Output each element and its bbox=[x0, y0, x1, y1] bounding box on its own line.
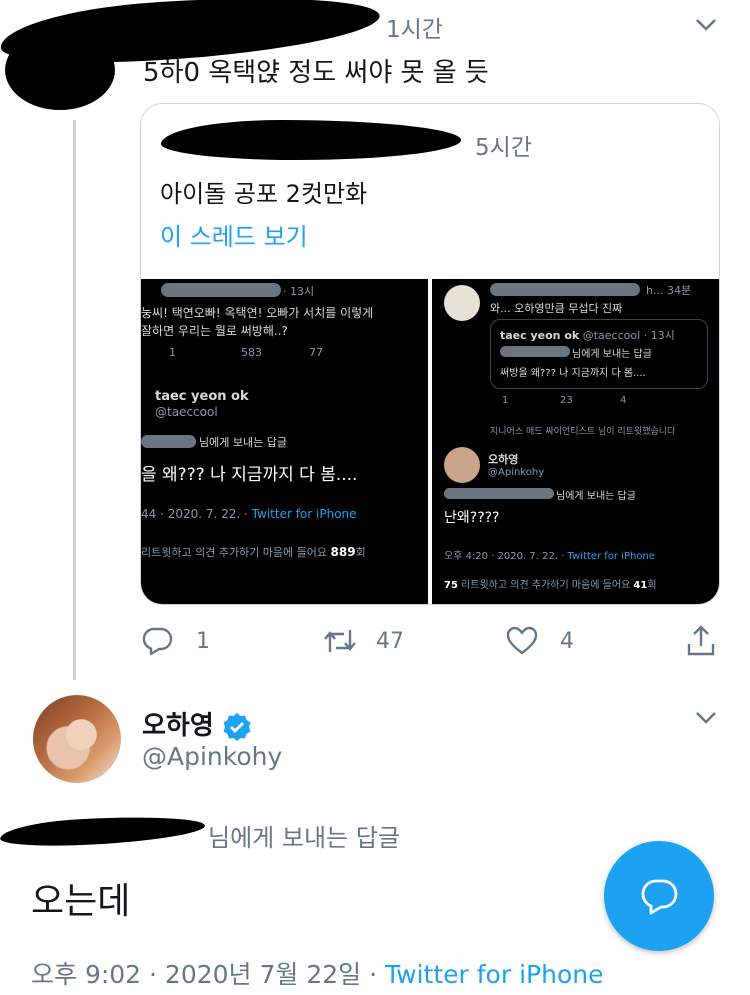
quoted-image-left-tweet1-line2: 잘하면 우리는 뭘로 써방해..? bbox=[141, 324, 288, 338]
reply-tweet-text: 5하0 옥택얁 정도 써야 못 올 듯 bbox=[143, 58, 489, 88]
author-handle[interactable]: @Apinkohy bbox=[142, 742, 282, 771]
tweet-source-link[interactable]: Twitter for iPhone bbox=[385, 960, 603, 989]
like-button[interactable]: 4 bbox=[506, 626, 574, 656]
redacted-avatar bbox=[5, 30, 115, 110]
left-tweet2-handle: @taeccool bbox=[155, 405, 218, 419]
retweet-icon bbox=[324, 630, 356, 652]
left-like-count: 77 bbox=[309, 346, 323, 359]
right-inner-reply-to: 님에게 보내는 답글 bbox=[572, 349, 652, 360]
right-avatar-2 bbox=[444, 447, 480, 483]
quoted-image-left[interactable]: · 13시 눙씨! 택연오빠! 옥택연! 오빠가 서치를 이렇게 잘하면 우리는… bbox=[141, 279, 428, 604]
quoted-image-left-tweet1-line1: 눙씨! 택연오빠! 옥택연! 오빠가 서치를 이렇게 bbox=[141, 306, 374, 320]
tweet-timestamp: 오후 9:02 · 2020년 7월 22일 · bbox=[31, 960, 386, 989]
avatar[interactable] bbox=[33, 695, 121, 783]
retweet-count: 47 bbox=[376, 628, 404, 654]
compose-reply-button[interactable] bbox=[604, 841, 714, 951]
left-tweet2-meta: 44 · 2020. 7. 22. · bbox=[141, 507, 252, 521]
share-icon bbox=[687, 625, 715, 656]
reply-button[interactable]: 1 bbox=[142, 626, 210, 656]
left-retweet-count: 583 bbox=[241, 346, 262, 359]
main-tweet-text: 오는데 bbox=[31, 881, 131, 922]
right-tweet2-name: 오하영 bbox=[488, 453, 519, 466]
left-tweet2-stats-unit: 회 bbox=[355, 546, 366, 559]
reply-bubble-icon bbox=[641, 879, 678, 915]
reply-icon bbox=[142, 627, 173, 656]
right-stats-num2: 41 bbox=[633, 580, 648, 591]
right-stats-unit: 회 bbox=[647, 580, 657, 591]
right-tweet2-reply-to: 님에게 보내는 답글 bbox=[556, 491, 636, 502]
thread-line bbox=[73, 120, 76, 680]
verified-badge-icon bbox=[223, 712, 251, 741]
left-tweet2-stats-num: 889 bbox=[330, 545, 356, 559]
reply-tweet-time: 1시간 bbox=[386, 17, 443, 43]
right-inner-text: 써방을 왜??? 나 지금까지 다 봄.... bbox=[500, 368, 646, 379]
right-tweet2-meta: 오후 4:20 · 2020. 7. 22. · bbox=[444, 551, 568, 562]
right-tweet2-source: Twitter for iPhone bbox=[567, 551, 655, 562]
chevron-down-icon[interactable] bbox=[694, 710, 718, 726]
right-inner-name: taec yeon ok bbox=[500, 329, 580, 342]
left-reply-count: 1 bbox=[169, 346, 176, 359]
right-avatar-1 bbox=[444, 285, 480, 321]
like-count: 4 bbox=[560, 628, 574, 654]
quoted-tweet-time: 5시간 bbox=[475, 135, 532, 161]
right-tweet1-text: 와... 오하영만큼 무섭다 진짜 bbox=[490, 302, 623, 315]
share-button[interactable] bbox=[686, 624, 716, 658]
right-retweeted-note: 지니어스 매드 싸이언티스트 님이 리트윗했습니다 bbox=[490, 427, 676, 437]
heart-icon bbox=[506, 626, 538, 655]
left-tweet2-stats: 리트윗하고 의견 추가하기 마음에 들어요 bbox=[141, 546, 331, 559]
retweet-button[interactable]: 47 bbox=[322, 626, 404, 656]
author-name[interactable]: 오하영 bbox=[142, 711, 214, 741]
left-tweet2-text: 을 왜??? 나 지금까지 다 봄.... bbox=[141, 465, 358, 485]
quoted-tweet-card[interactable]: 5시간 아이돌 공포 2컷만화 이 스레드 보기 · 13시 눙씨! 택연오빠!… bbox=[140, 103, 720, 605]
reply-to-label: 님에게 보내는 답글 bbox=[208, 824, 400, 852]
left-tweet2-source: Twitter for iPhone bbox=[251, 507, 357, 521]
left-tweet2-name: taec yeon ok bbox=[155, 389, 249, 404]
reply-count: 1 bbox=[196, 628, 210, 654]
quoted-image-right[interactable]: h... 34분 와... 오하영만큼 무섭다 진짜 taec yeon ok … bbox=[432, 279, 719, 604]
left-tweet2-reply-to: 님에게 보내는 답글 bbox=[199, 436, 287, 449]
quoted-tweet-text: 아이돌 공포 2컷만화 bbox=[160, 180, 368, 208]
redacted-quoted-author bbox=[161, 120, 461, 160]
redacted-reply-target bbox=[0, 812, 206, 850]
right-tweet2-text: 난왜???? bbox=[444, 510, 500, 526]
chevron-down-icon[interactable] bbox=[694, 17, 718, 33]
right-stats: 리트윗하고 의견 추가하기 마음에 들어요 bbox=[457, 580, 634, 591]
right-stats-num: 75 bbox=[444, 580, 458, 591]
right-tweet2-handle: @Apinkohy bbox=[488, 467, 545, 478]
right-inner-handle: @taeccool · 13시 bbox=[582, 329, 675, 342]
show-thread-link[interactable]: 이 스레드 보기 bbox=[160, 217, 308, 252]
